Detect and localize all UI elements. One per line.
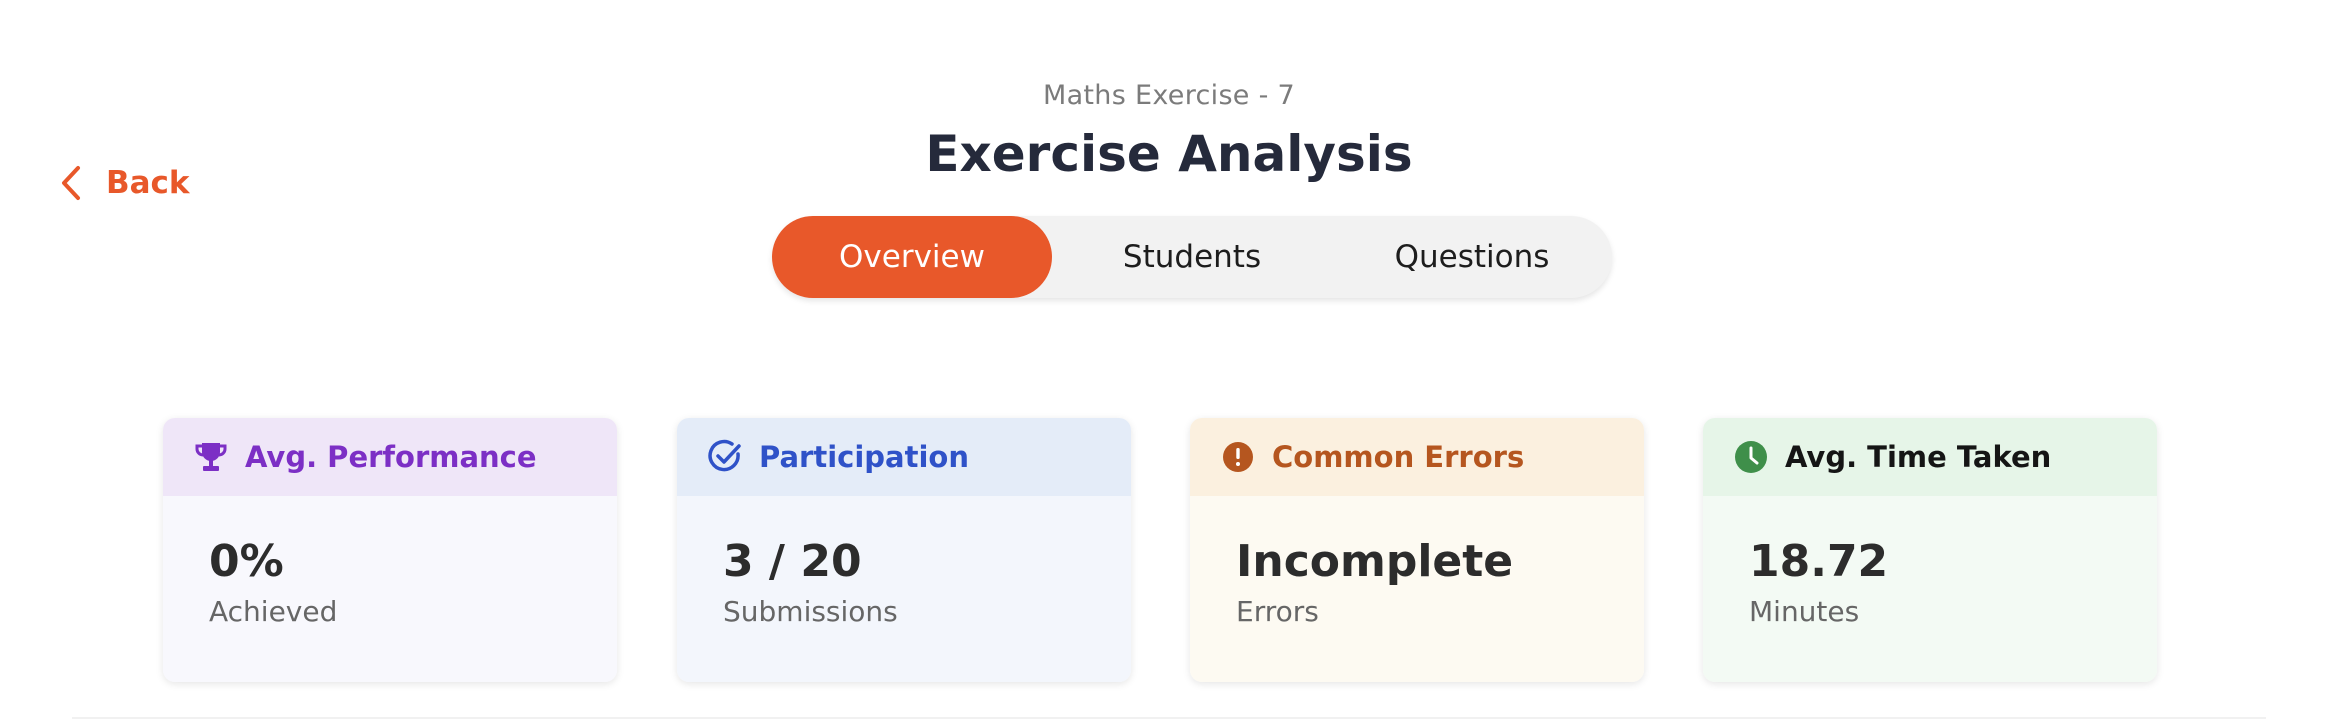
clock-icon <box>1735 441 1767 473</box>
avg-time-card: Avg. Time Taken 18.72 Minutes <box>1703 418 2157 682</box>
card-value: 3 / 20 <box>723 536 862 587</box>
check-circle-icon <box>708 439 741 472</box>
card-title: Avg. Performance <box>245 440 537 474</box>
card-title: Avg. Time Taken <box>1785 440 2052 474</box>
card-caption: Submissions <box>723 595 898 628</box>
alert-circle-icon <box>1223 442 1253 472</box>
section-divider <box>72 717 2266 719</box>
tab-overview[interactable]: Overview <box>772 216 1052 298</box>
card-caption: Errors <box>1236 595 1319 628</box>
card-title: Participation <box>759 440 969 474</box>
card-value: 18.72 <box>1749 536 1889 587</box>
tab-students[interactable]: Students <box>1052 216 1332 298</box>
page-title: Exercise Analysis <box>925 125 1413 183</box>
participation-card: Participation 3 / 20 Submissions <box>677 418 1131 682</box>
card-header: Avg. Performance <box>163 418 617 496</box>
card-caption: Minutes <box>1749 595 1860 628</box>
tab-questions[interactable]: Questions <box>1332 216 1612 298</box>
common-errors-card: Common Errors Incomplete Errors <box>1190 418 1644 682</box>
page-header: Maths Exercise - 7 Exercise Analysis <box>0 76 2338 184</box>
trophy-icon <box>195 443 227 471</box>
card-caption: Achieved <box>209 595 338 628</box>
card-title: Common Errors <box>1272 440 1525 474</box>
card-header: Common Errors <box>1190 418 1644 496</box>
card-value: 0% <box>209 536 284 587</box>
card-header: Participation <box>677 418 1131 496</box>
card-value: Incomplete <box>1236 536 1514 587</box>
exercise-name: Maths Exercise - 7 <box>1042 80 1296 111</box>
card-header: Avg. Time Taken <box>1703 418 2157 496</box>
avg-performance-card: Avg. Performance 0% Achieved <box>163 418 617 682</box>
tab-bar: Overview Students Questions <box>772 216 1612 298</box>
